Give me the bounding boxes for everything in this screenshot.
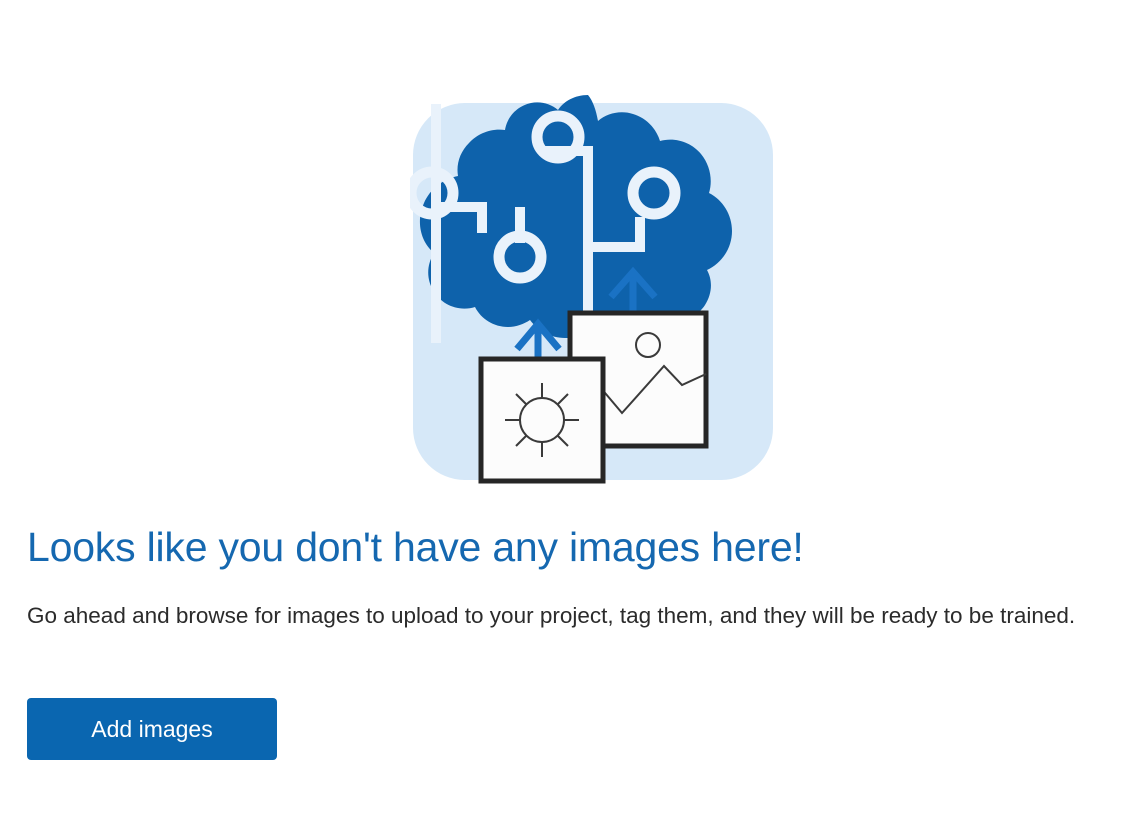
add-images-button[interactable]: Add images	[27, 698, 277, 760]
empty-state-text-block: Looks like you don't have any images her…	[27, 520, 1117, 636]
page-title: Looks like you don't have any images her…	[27, 524, 804, 570]
empty-state-container: Looks like you don't have any images her…	[0, 0, 1125, 820]
empty-state-description: Go ahead and browse for images to upload…	[27, 603, 1076, 628]
sun-photo-card-icon	[478, 356, 606, 484]
empty-state-illustration	[410, 95, 775, 495]
